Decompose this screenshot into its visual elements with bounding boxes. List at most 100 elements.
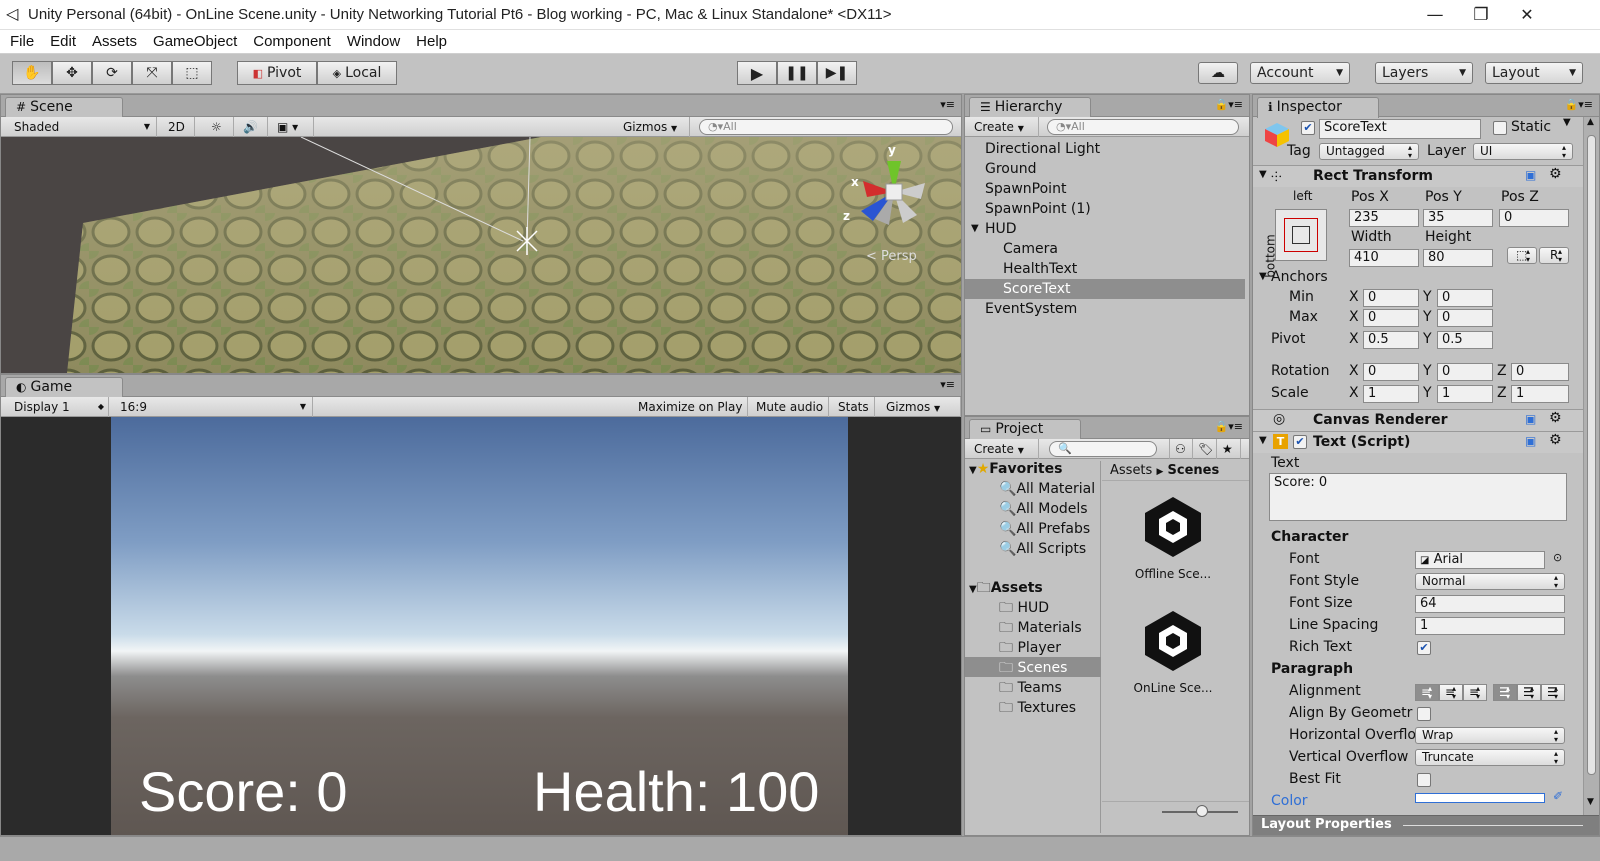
- hierarchy-item[interactable]: Ground: [965, 159, 1245, 179]
- help-icon[interactable]: ▣: [1525, 168, 1536, 182]
- favorite-item[interactable]: 🔍All Prefabs: [999, 521, 1090, 537]
- align-center-icon[interactable]: ≡: [1439, 683, 1463, 701]
- lock-icon[interactable]: 🔒▾≡: [1565, 98, 1593, 111]
- scene-gizmos-dropdown[interactable]: Gizmos ▼: [618, 117, 690, 137]
- hierarchy-item[interactable]: EventSystem: [965, 299, 1245, 319]
- anchor-min-y-field[interactable]: 0: [1437, 289, 1493, 307]
- panel-menu-icon[interactable]: ▾≡: [940, 378, 955, 391]
- tab-game[interactable]: ◐ Game: [5, 377, 123, 398]
- hierarchy-item[interactable]: SpawnPoint (1): [965, 199, 1245, 219]
- layer-dropdown[interactable]: UI: [1473, 143, 1573, 160]
- menu-help[interactable]: Help: [408, 30, 455, 54]
- anchor-max-y-field[interactable]: 0: [1437, 309, 1493, 327]
- align-top-icon[interactable]: ☰: [1493, 683, 1517, 701]
- zoom-slider[interactable]: [1102, 801, 1249, 821]
- scene-viewport[interactable]: y x z < Persp: [1, 137, 961, 373]
- vertical-overflow-dropdown[interactable]: Truncate: [1415, 749, 1565, 766]
- move-tool-icon[interactable]: ✥: [52, 61, 92, 85]
- expand-arrow-icon[interactable]: ▼: [1259, 169, 1267, 180]
- eyedropper-icon[interactable]: ✐: [1553, 789, 1563, 803]
- blueprint-mode-icon[interactable]: ⬚: [1507, 247, 1537, 264]
- maximize-on-play-toggle[interactable]: Maximize on Play: [633, 397, 749, 417]
- layout-properties-bar[interactable]: Layout Properties: [1253, 815, 1599, 835]
- scene-asset[interactable]: OnLine Sce...: [1128, 605, 1218, 705]
- audio-icon[interactable]: 🔊: [238, 117, 268, 137]
- rect-tool-icon[interactable]: ⬚: [172, 61, 212, 85]
- hierarchy-item[interactable]: HealthText: [965, 259, 1245, 279]
- favorite-item[interactable]: 🔍All Material: [999, 481, 1095, 497]
- close-icon[interactable]: ✕: [1504, 0, 1550, 30]
- expand-arrow-icon[interactable]: ▼: [971, 219, 979, 239]
- menu-edit[interactable]: Edit: [42, 30, 84, 54]
- scale-tool-icon[interactable]: ⤧: [132, 61, 172, 85]
- scrollbar-thumb[interactable]: [1587, 135, 1596, 775]
- align-middle-icon[interactable]: ☰: [1517, 683, 1541, 701]
- hierarchy-search-input[interactable]: ◔▾All: [1047, 119, 1239, 135]
- scale-z-field[interactable]: 1: [1511, 385, 1569, 403]
- gear-icon[interactable]: ⚙: [1549, 166, 1562, 182]
- scroll-down-icon[interactable]: ▼: [1587, 797, 1594, 807]
- object-picker-icon[interactable]: ⊙: [1553, 551, 1562, 564]
- menu-component[interactable]: Component: [245, 30, 339, 54]
- menu-window[interactable]: Window: [339, 30, 408, 54]
- tag-dropdown[interactable]: Untagged: [1319, 143, 1419, 160]
- rotation-z-field[interactable]: 0: [1511, 363, 1569, 381]
- display-dropdown[interactable]: Display 1 ◆: [9, 397, 109, 417]
- star-icon[interactable]: ★: [1217, 439, 1241, 459]
- anchor-max-x-field[interactable]: 0: [1363, 309, 1419, 327]
- play-icon[interactable]: ▶: [737, 61, 777, 85]
- hierarchy-item[interactable]: ▼ HUD: [965, 219, 1245, 239]
- object-name-field[interactable]: ScoreText: [1319, 119, 1481, 139]
- step-icon[interactable]: ▶❚: [817, 61, 857, 85]
- minimize-icon[interactable]: —: [1412, 0, 1458, 30]
- expand-arrow-icon[interactable]: ▼: [969, 465, 977, 476]
- align-left-icon[interactable]: ≡: [1415, 683, 1439, 701]
- lock-icon[interactable]: 🔒▾≡: [1215, 98, 1243, 111]
- pivot-y-field[interactable]: 0.5: [1437, 331, 1493, 349]
- font-size-field[interactable]: 64: [1415, 595, 1565, 613]
- stats-toggle[interactable]: Stats: [833, 397, 875, 417]
- text-enabled-checkbox[interactable]: ✔: [1293, 435, 1307, 449]
- width-field[interactable]: 410: [1349, 249, 1419, 267]
- restore-icon[interactable]: ❐: [1458, 0, 1504, 30]
- filter-label-icon[interactable]: 🏷: [1193, 439, 1217, 459]
- pos-y-field[interactable]: 35: [1423, 209, 1493, 227]
- hierarchy-create-dropdown[interactable]: Create ▼: [969, 117, 1039, 137]
- lock-icon[interactable]: 🔒▾≡: [1215, 420, 1243, 433]
- menu-file[interactable]: File: [2, 30, 42, 54]
- chevron-down-icon[interactable]: ▼: [1563, 117, 1571, 128]
- align-bottom-icon[interactable]: ☰: [1541, 683, 1565, 701]
- text-script-header[interactable]: ▼ T ✔ Text (Script) ▣ ⚙: [1253, 431, 1583, 453]
- active-checkbox[interactable]: ✔: [1301, 121, 1315, 135]
- lighting-icon[interactable]: ☼: [206, 117, 234, 137]
- expand-arrow-icon[interactable]: ▼: [1259, 271, 1267, 282]
- scroll-up-icon[interactable]: ▲: [1587, 117, 1594, 127]
- breadcrumb-assets[interactable]: Assets: [1110, 463, 1152, 478]
- slider-thumb[interactable]: [1196, 805, 1208, 817]
- hierarchy-item[interactable]: Camera: [965, 239, 1245, 259]
- game-gizmos-dropdown[interactable]: Gizmos ▼: [881, 397, 961, 417]
- rotate-tool-icon[interactable]: ⟳: [92, 61, 132, 85]
- effects-icon[interactable]: ▣ ▾: [272, 117, 314, 137]
- scene-asset[interactable]: Offline Sce...: [1128, 491, 1218, 591]
- anchor-presets-button[interactable]: [1275, 209, 1327, 261]
- line-spacing-field[interactable]: 1: [1415, 617, 1565, 635]
- tab-project[interactable]: ▭ Project: [969, 419, 1081, 440]
- expand-arrow-icon[interactable]: ▼: [1259, 435, 1267, 446]
- orientation-gizmo[interactable]: y x z: [843, 143, 939, 237]
- rect-transform-header[interactable]: ▼ ⸭ Rect Transform ▣ ⚙: [1253, 165, 1583, 187]
- hierarchy-item[interactable]: Directional Light: [965, 139, 1245, 159]
- rotation-y-field[interactable]: 0: [1437, 363, 1493, 381]
- inspector-scrollbar[interactable]: ▲ ▼: [1583, 117, 1599, 815]
- static-checkbox[interactable]: [1493, 121, 1507, 135]
- local-button[interactable]: ◈ Local: [317, 61, 397, 85]
- color-swatch[interactable]: [1415, 793, 1545, 803]
- tab-scene[interactable]: # Scene: [5, 97, 123, 118]
- mode-2d-button[interactable]: 2D: [163, 117, 195, 137]
- text-area[interactable]: Score: 0: [1269, 473, 1567, 521]
- scene-search-input[interactable]: ◔▾All: [699, 119, 953, 135]
- font-style-dropdown[interactable]: Normal: [1415, 573, 1565, 590]
- project-create-dropdown[interactable]: Create ▼: [969, 439, 1039, 459]
- rotation-x-field[interactable]: 0: [1363, 363, 1419, 381]
- breadcrumb-scenes[interactable]: Scenes: [1168, 463, 1220, 478]
